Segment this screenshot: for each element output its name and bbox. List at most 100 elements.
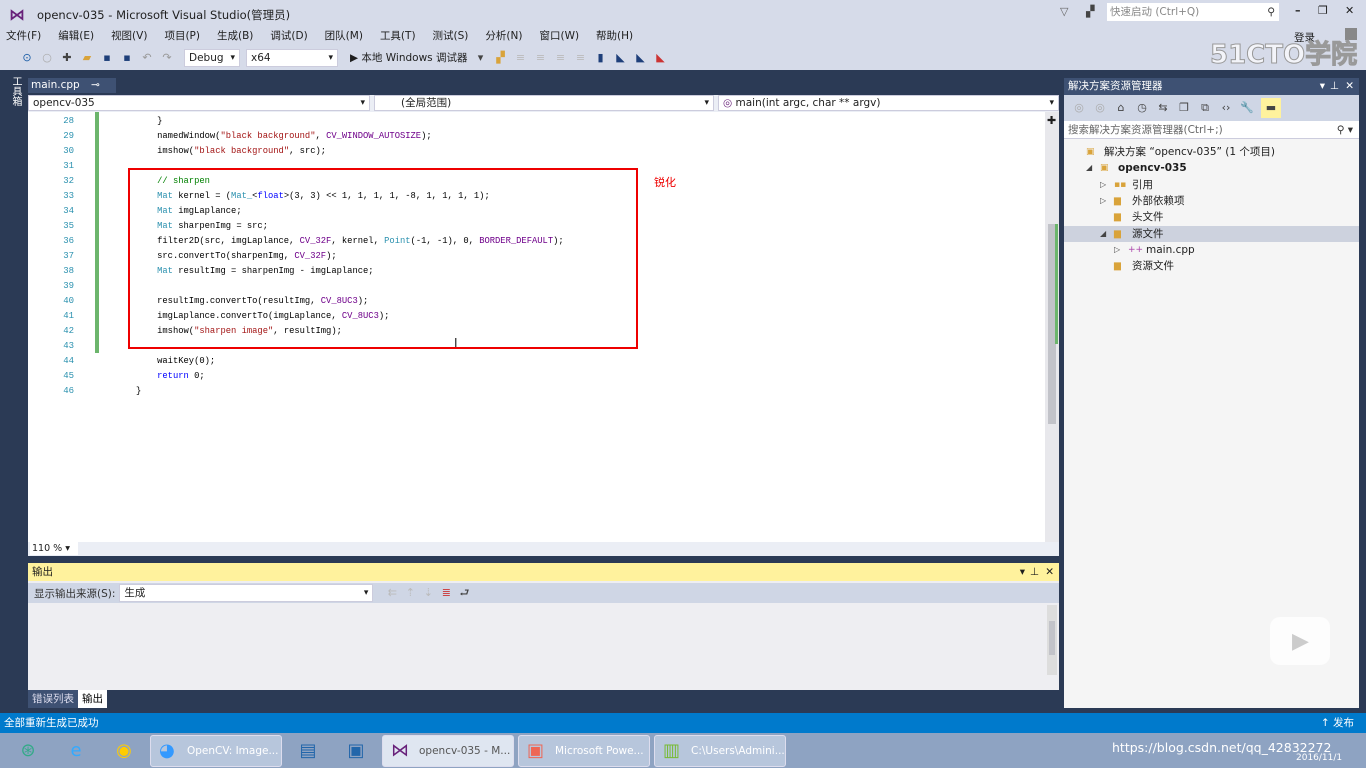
output-source-select[interactable]: 生成 <box>119 584 374 602</box>
comment-icon[interactable]: ≡ <box>553 51 567 65</box>
menu-item[interactable]: 帮助(H) <box>596 28 633 45</box>
collapse-all-icon[interactable]: ❐ <box>1177 101 1191 115</box>
menu-item[interactable]: 测试(S) <box>433 28 469 45</box>
undo-icon[interactable]: ↶ <box>140 51 154 65</box>
menu-item[interactable]: 项目(P) <box>164 28 200 45</box>
solution-search-input[interactable]: 搜索解决方案资源管理器(Ctrl+;) ⚲ ▾ <box>1064 121 1359 139</box>
open-file-icon[interactable]: ▰ <box>80 51 94 65</box>
goto-icon[interactable]: ⇇ <box>385 586 399 600</box>
quick-launch-input[interactable]: 快速启动 (Ctrl+Q) ⚲ <box>1107 3 1279 21</box>
expand-arrow-icon[interactable]: ◢ <box>1086 160 1092 176</box>
back-icon[interactable]: ⊙ <box>20 51 34 65</box>
restore-button[interactable]: ❐ <box>1318 4 1328 17</box>
show-all-files-icon[interactable]: ⧉ <box>1198 101 1212 115</box>
expand-arrow-icon[interactable]: ▷ <box>1100 177 1106 193</box>
minimize-button[interactable]: – <box>1295 4 1301 17</box>
forward-icon[interactable]: ◎ <box>1093 101 1107 115</box>
zoom-select[interactable]: 110 % ▾ <box>30 542 78 555</box>
pending-changes-icon[interactable]: ◷ <box>1135 101 1149 115</box>
film-app-icon[interactable]: ▤ <box>286 735 330 767</box>
tab-error-list[interactable]: 错误列表 <box>28 690 78 708</box>
menu-item[interactable]: 生成(B) <box>217 28 253 45</box>
line-number: 37 <box>63 251 74 261</box>
close-button[interactable]: ✕ <box>1345 4 1354 17</box>
tab-main-cpp[interactable]: main.cpp ⊸ ✕ <box>28 78 116 106</box>
dropdown-icon[interactable]: ▾ <box>473 51 487 65</box>
save-icon[interactable]: ▪ <box>100 51 114 65</box>
word-wrap-icon[interactable]: ⮐ <box>457 586 471 600</box>
panel-pin-icon[interactable]: ⊥ <box>1030 563 1039 581</box>
panel-menu-icon[interactable]: ▾ <box>1320 78 1325 95</box>
member-select[interactable]: ◎ main(int argc, char ** argv) <box>718 95 1059 111</box>
play-button-icon[interactable]: ▶ <box>1270 617 1330 665</box>
back-icon[interactable]: ◎ <box>1072 101 1086 115</box>
save-all-icon[interactable]: ▪ <box>120 51 134 65</box>
clear-all-icon[interactable]: ≣ <box>439 586 453 600</box>
expand-arrow-icon[interactable]: ▷ <box>1114 242 1120 258</box>
menu-item[interactable]: 调试(D) <box>270 28 307 45</box>
tree-item[interactable]: ▆ 资源文件 <box>1064 258 1359 274</box>
menu-item[interactable]: 编辑(E) <box>58 28 94 45</box>
tree-item[interactable]: ◢ ▆ 源文件 <box>1064 225 1359 242</box>
taskbar-item-visual-studio[interactable]: ⋈ opencv-035 - M... <box>382 734 514 767</box>
panel-close-icon[interactable]: ✕ <box>1045 563 1054 581</box>
panel-menu-icon[interactable]: ▾ <box>1020 563 1025 581</box>
menu-item[interactable]: 分析(N) <box>485 28 522 45</box>
view-code-icon[interactable]: ‹› <box>1219 101 1233 115</box>
tab-output[interactable]: 输出 <box>78 690 107 708</box>
expand-arrow-icon[interactable]: ▷ <box>1100 193 1106 209</box>
menu-item[interactable]: 窗口(W) <box>539 28 579 45</box>
start-button-icon[interactable]: ⊛ <box>6 735 50 767</box>
expand-arrow-icon[interactable]: ◢ <box>1100 226 1106 242</box>
menu-item[interactable]: 文件(F) <box>6 28 41 45</box>
menu-item[interactable]: 团队(M) <box>325 28 363 45</box>
code-editor[interactable]: 28 } 29 namedWindow("black background", C… <box>28 112 1059 542</box>
prev-message-icon[interactable]: ⇡ <box>403 586 417 600</box>
tree-item[interactable]: ▷ ▪▪ 引用 <box>1064 177 1359 193</box>
output-scrollbar[interactable] <box>1047 605 1057 675</box>
panel-close-icon[interactable]: ✕ <box>1345 78 1354 95</box>
browser-icon[interactable]: ◉ <box>102 735 146 767</box>
prev-bookmark-icon[interactable]: ◣ <box>613 51 627 65</box>
align-left-icon[interactable]: ≡ <box>513 51 527 65</box>
home-icon[interactable]: ⌂ <box>1114 101 1128 115</box>
preview-icon[interactable]: ▬ <box>1261 98 1281 118</box>
menu-item[interactable]: 视图(V) <box>111 28 147 45</box>
taskbar-item-opencv-docs[interactable]: ◕ OpenCV: Image... <box>150 734 282 767</box>
sync-icon[interactable]: ⇆ <box>1156 101 1170 115</box>
platform-select[interactable]: x64 <box>246 48 338 67</box>
taskbar-item-console[interactable]: ▥ C:\Users\Admini... <box>654 734 786 767</box>
menu-item[interactable]: 工具(T) <box>380 28 416 45</box>
forward-icon[interactable]: ○ <box>40 51 54 65</box>
tree-item[interactable]: ▷ ▆ 外部依赖项 <box>1064 193 1359 209</box>
pin-icon[interactable]: ⊸ <box>91 79 100 91</box>
uncomment-icon[interactable]: ≡ <box>573 51 587 65</box>
clear-bookmarks-icon[interactable]: ◣ <box>653 51 667 65</box>
taskbar-item-powerpoint[interactable]: ▣ Microsoft Powe... <box>518 734 650 767</box>
project-select[interactable]: opencv-035 <box>28 95 370 111</box>
next-message-icon[interactable]: ⇣ <box>421 586 435 600</box>
scope-select[interactable]: (全局范围) <box>374 95 714 111</box>
media-app-icon[interactable]: ▣ <box>334 735 378 767</box>
panel-pin-icon[interactable]: ⊥ <box>1330 78 1339 95</box>
ie-icon[interactable]: e <box>54 735 98 767</box>
toolbox-strip[interactable]: 工具箱 <box>0 70 28 710</box>
tree-item[interactable]: ▷ ++ main.cpp <box>1064 242 1359 258</box>
new-project-icon[interactable]: ✚ <box>60 51 74 65</box>
find-icon[interactable]: ▞ <box>493 51 507 65</box>
split-icon[interactable]: ✚ <box>1047 114 1056 127</box>
bookmark-icon[interactable]: ▮ <box>593 51 607 65</box>
redo-icon[interactable]: ↷ <box>160 51 174 65</box>
align-right-icon[interactable]: ≡ <box>533 51 547 65</box>
feedback-icon[interactable]: ▞ <box>1086 5 1094 18</box>
start-debugger-button[interactable]: ▶ 本地 Windows 调试器 <box>350 50 467 65</box>
properties-icon[interactable]: 🔧 <box>1240 101 1254 115</box>
configuration-select[interactable]: Debug <box>184 48 240 67</box>
tree-item[interactable]: ◢ ▣ opencv-035 <box>1064 160 1359 176</box>
tree-item[interactable]: ▆ 头文件 <box>1064 209 1359 225</box>
next-bookmark-icon[interactable]: ◣ <box>633 51 647 65</box>
tree-item[interactable]: ▣ 解决方案 “opencv-035” (1 个项目) <box>1064 144 1359 160</box>
vertical-scrollbar[interactable]: ✚ <box>1045 112 1059 542</box>
filter-icon[interactable]: ▽ <box>1060 5 1068 18</box>
publish-button[interactable]: ↑ 发布 <box>1321 713 1354 733</box>
